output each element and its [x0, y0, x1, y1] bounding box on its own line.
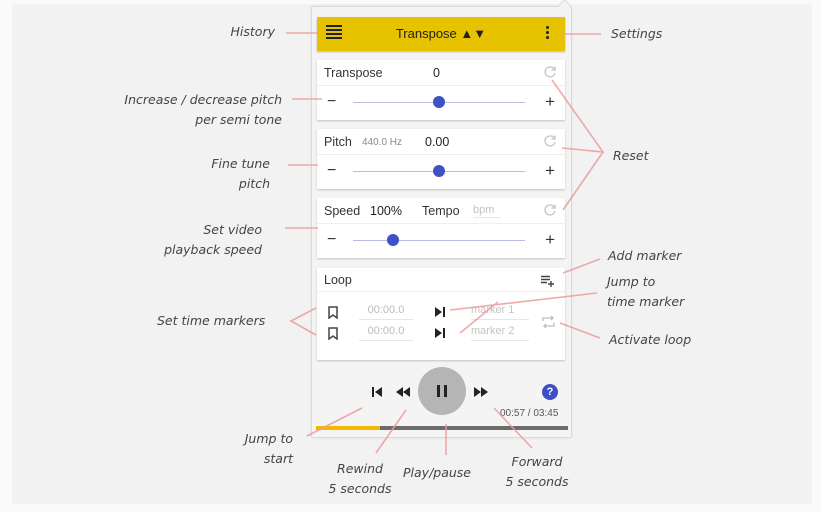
semitone-note-line2: per semi tone	[195, 112, 282, 127]
header-bar: Transpose ▲▼	[317, 17, 565, 51]
speed-slider[interactable]	[353, 234, 525, 246]
speed-note-line1: Set video	[203, 222, 262, 237]
slider-thumb[interactable]	[433, 96, 445, 108]
loop-toggle-icon[interactable]	[542, 315, 555, 329]
reset-note: Reset	[613, 148, 649, 163]
jump-to-start-icon[interactable]	[372, 387, 383, 397]
rewind-note-line2: 5 seconds	[328, 481, 392, 496]
forward-note: Forward 5 seconds	[503, 452, 571, 492]
speed-note-line2: playback speed	[164, 242, 262, 257]
forward-note-line1: Forward	[511, 454, 563, 469]
vertical-dots-icon	[546, 26, 550, 39]
add-marker-note: Add marker	[608, 248, 682, 263]
jump-marker-note: Jump to time marker	[607, 272, 684, 312]
semitone-note-line1: Increase / decrease pitch	[124, 92, 282, 107]
pitch-value: 0.00	[425, 135, 450, 149]
speed-increase-button[interactable]: +	[545, 230, 555, 250]
add-marker-icon[interactable]	[541, 275, 555, 287]
semitone-note: Increase / decrease pitch per semi tone	[124, 90, 282, 130]
speed-value: 100%	[370, 204, 402, 218]
speed-note: Set video playback speed	[164, 220, 262, 260]
time-markers-note: Set time markers	[157, 313, 266, 328]
play-pause-note: Play/pause	[403, 465, 471, 480]
speed-label: Speed	[324, 204, 361, 218]
progress-bar[interactable]	[316, 426, 568, 430]
pitch-reference: 440.0 Hz	[362, 137, 403, 148]
slider-thumb[interactable]	[386, 234, 399, 246]
loop-card: Loop 00:00.0 marker 1 00:00.0 marker 2	[317, 268, 565, 360]
bookmark-icon[interactable]	[328, 327, 338, 340]
marker-row: 00:00.0 marker 1	[317, 304, 565, 324]
pitch-increase-button[interactable]: +	[545, 161, 555, 181]
fine-tune-note: Fine tune pitch	[211, 154, 270, 194]
pitch-label: Pitch	[324, 135, 352, 149]
transpose-card: Transpose 0 − +	[317, 60, 565, 120]
jump-marker-note-line2: time marker	[607, 294, 685, 309]
jump-marker-note-line1: Jump to	[607, 274, 656, 289]
transpose-slider[interactable]	[353, 96, 525, 108]
marker-row: 00:00.0 marker 2	[317, 325, 565, 345]
speed-decrease-button[interactable]: −	[327, 231, 336, 249]
activate-loop-note: Activate loop	[609, 332, 692, 347]
transpose-decrease-button[interactable]: −	[327, 93, 336, 111]
fast-forward-icon[interactable]	[474, 387, 488, 397]
settings-note: Settings	[611, 26, 663, 41]
marker-time-input[interactable]: 00:00.0	[359, 304, 413, 320]
marker-name-input[interactable]: marker 2	[471, 325, 529, 341]
history-note: History	[230, 24, 275, 39]
settings-button[interactable]	[546, 26, 550, 42]
reset-icon[interactable]	[543, 65, 557, 79]
tempo-label: Tempo	[422, 204, 460, 218]
forward-note-line2: 5 seconds	[505, 474, 569, 489]
transpose-increase-button[interactable]: +	[545, 92, 555, 112]
pitch-card: Pitch 440.0 Hz 0.00 − +	[317, 129, 565, 189]
jump-start-note-line1: Jump to	[244, 431, 293, 446]
header-title[interactable]: Transpose ▲▼	[317, 26, 565, 41]
pitch-decrease-button[interactable]: −	[327, 162, 336, 180]
play-pause-button[interactable]	[418, 367, 466, 415]
fine-tune-note-line2: pitch	[238, 176, 270, 191]
rewind-note-line1: Rewind	[337, 461, 383, 476]
reset-icon[interactable]	[543, 134, 557, 148]
rewind-icon[interactable]	[396, 387, 410, 397]
transpose-value: 0	[433, 66, 440, 80]
jump-start-note: Jump to start	[245, 429, 293, 469]
progress-fill	[316, 426, 380, 430]
slider-thumb[interactable]	[433, 165, 445, 177]
time-readout: 00:57 / 03:45	[500, 408, 559, 419]
jump-to-marker-icon[interactable]	[435, 307, 445, 317]
reset-icon[interactable]	[543, 203, 557, 217]
jump-to-marker-icon[interactable]	[435, 328, 445, 338]
pitch-slider[interactable]	[353, 165, 525, 177]
loop-label: Loop	[324, 273, 352, 287]
marker-name-input[interactable]: marker 1	[471, 304, 529, 320]
transpose-label: Transpose	[324, 66, 383, 80]
rewind-note: Rewind 5 seconds	[327, 459, 393, 499]
speed-card: Speed 100% Tempo bpm − +	[317, 198, 565, 258]
fine-tune-note-line1: Fine tune	[211, 156, 270, 171]
jump-start-note-line2: start	[263, 451, 293, 466]
bookmark-icon[interactable]	[328, 306, 338, 319]
marker-time-input[interactable]: 00:00.0	[359, 325, 413, 341]
help-button[interactable]: ?	[542, 384, 558, 400]
tempo-input[interactable]: bpm	[473, 204, 501, 218]
